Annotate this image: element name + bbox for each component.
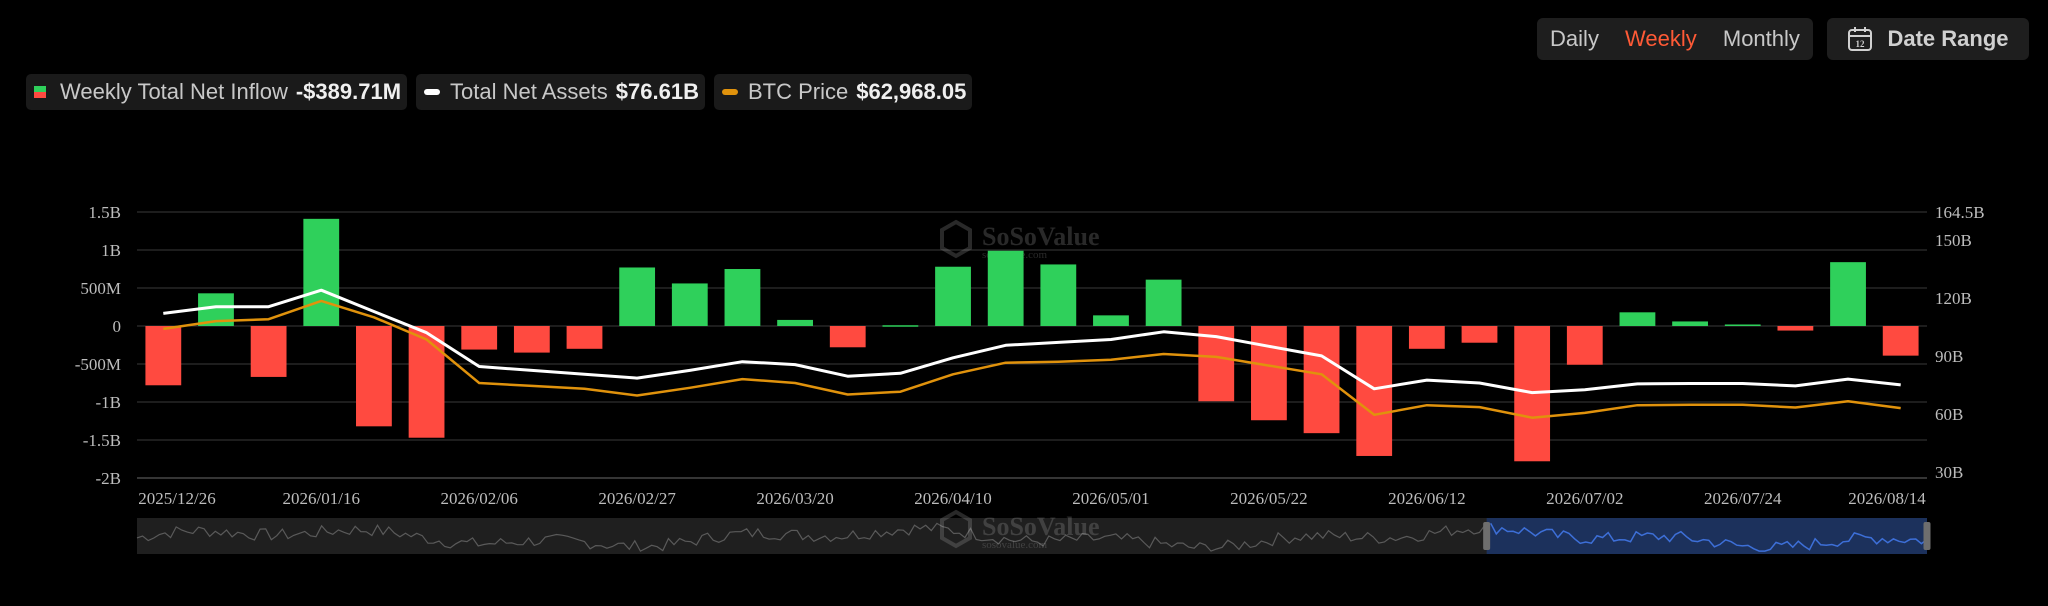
inflow-bar: [566, 326, 603, 349]
inflow-bar: [1408, 326, 1445, 349]
inflow-bar: [1303, 326, 1340, 434]
inflow-bar: [1566, 326, 1603, 365]
inflow-bar: [935, 266, 971, 326]
overview-watermark-brand: SoSoValue: [982, 512, 1100, 541]
left-axis-tick-label: -1.5B: [83, 431, 121, 450]
inflow-bar: [1777, 326, 1814, 331]
inflow-bar: [356, 326, 392, 427]
inflow-bar: [671, 283, 708, 326]
inflow-bar: [1356, 326, 1393, 456]
right-axis-tick-label: 90B: [1935, 347, 1963, 366]
overview-watermark-subtitle: sosovalue.com: [982, 539, 1048, 551]
x-axis-tick-label: 2025/12/26: [138, 489, 215, 508]
overview-right-handle[interactable]: [1923, 522, 1931, 550]
inflow-bar: [1672, 321, 1708, 326]
inflow-bar: [145, 326, 182, 386]
x-axis-tick-label: 2026/05/01: [1072, 489, 1149, 508]
inflow-bar: [829, 326, 866, 348]
inflow-bar: [1251, 326, 1287, 421]
inflow-bar: [724, 269, 761, 326]
x-axis-tick-label: 2026/02/06: [440, 489, 517, 508]
left-axis-tick-label: 1B: [101, 241, 121, 260]
inflow-bar: [987, 250, 1024, 326]
right-axis-tick-label: 120B: [1935, 289, 1972, 308]
left-axis-tick-label: 0: [113, 317, 122, 336]
overview-selected-range[interactable]: [1486, 518, 1927, 554]
x-axis-tick-label: 2026/08/14: [1848, 489, 1926, 508]
etf-flow-chart: SoSoValue sosovalue.com 1.5B 1B 500M 0 -500M…: [75, 203, 1985, 554]
x-axis-tick-label: 2026/01/16: [283, 489, 360, 508]
left-axis-tick-label: -500M: [75, 355, 121, 374]
inflow-bar: [882, 325, 919, 327]
inflow-bar: [303, 218, 340, 326]
left-axis-tick-label: -1B: [96, 393, 122, 412]
x-axis-tick-label: 2026/02/27: [598, 489, 676, 508]
x-axis-tick-label: 2026/06/12: [1388, 489, 1465, 508]
inflow-bar: [1724, 324, 1761, 326]
right-axis-tick-label: 30B: [1935, 463, 1963, 482]
inflow-bar: [461, 326, 498, 350]
inflow-bar: [1882, 326, 1919, 356]
overview-slider: SoSoValue sosovalue.com: [136, 509, 1931, 554]
inflow-bar: [619, 267, 656, 326]
right-axis: 164.5B 150B 120B 90B 60B 30B: [1935, 203, 1985, 482]
inflow-bar: [513, 326, 550, 353]
overview-left-handle[interactable]: [1483, 522, 1491, 550]
watermark-brand: SoSoValue: [982, 222, 1100, 251]
x-axis-tick-label: 2026/04/10: [914, 489, 991, 508]
inflow-bar: [1145, 279, 1182, 326]
inflow-bar: [1461, 326, 1498, 343]
watermark-logo-icon: [940, 219, 972, 259]
right-axis-tick-label: 164.5B: [1935, 203, 1985, 222]
right-axis-tick-label: 150B: [1935, 231, 1972, 250]
inflow-bar: [777, 319, 813, 326]
inflow-bar: [1040, 264, 1077, 326]
inflow-bar: [250, 326, 287, 377]
left-axis-tick-label: 500M: [80, 279, 121, 298]
left-axis: 1.5B 1B 500M 0 -500M -1B -1.5B -2B: [75, 203, 121, 488]
inflow-bar: [1830, 262, 1866, 326]
left-axis-tick-label: -2B: [96, 469, 122, 488]
right-axis-tick-label: 60B: [1935, 405, 1963, 424]
inflow-bar: [1619, 312, 1656, 326]
x-axis-tick-label: 2026/03/20: [756, 489, 833, 508]
x-axis-tick-label: 2026/07/02: [1546, 489, 1623, 508]
inflow-bar: [408, 326, 445, 438]
x-axis-tick-label: 2026/05/22: [1230, 489, 1307, 508]
x-axis-tick-label: 2026/07/24: [1704, 489, 1782, 508]
inflow-bar: [1093, 315, 1129, 326]
x-axis: 2025/12/26 2026/01/16 2026/02/06 2026/02/27…: [138, 489, 1926, 508]
left-axis-tick-label: 1.5B: [88, 203, 121, 222]
